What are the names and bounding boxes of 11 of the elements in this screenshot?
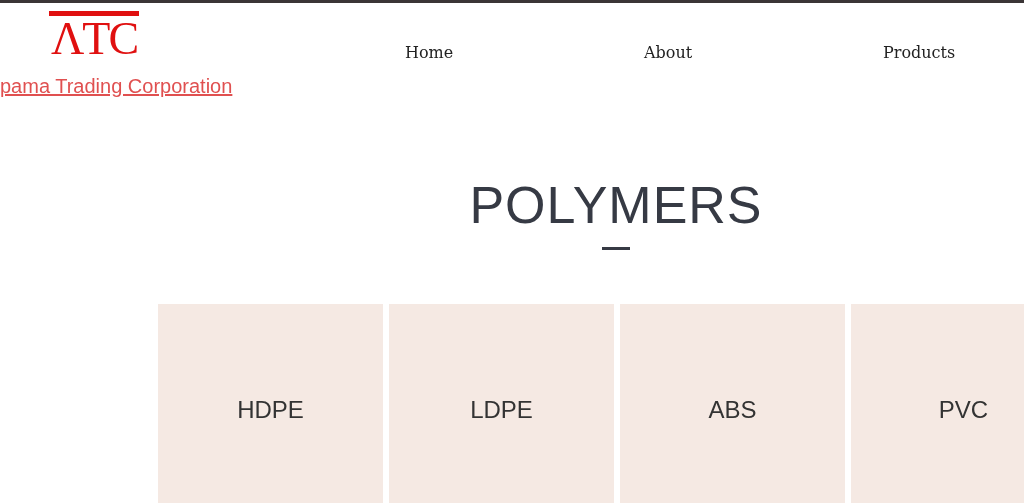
product-tile[interactable]: PVC [851,304,1024,503]
product-tile[interactable]: ABS [620,304,845,503]
title-underline [602,247,630,250]
company-link[interactable]: pama Trading Corporation [0,74,233,98]
nav-link[interactable]: About [644,41,744,65]
section-title: POLYMERS [469,175,763,235]
product-tile[interactable]: LDPE [389,304,614,503]
product-tile[interactable]: HDPE [158,304,383,503]
nav-link[interactable]: Products [883,41,983,65]
logo: ΛTC [48,11,140,62]
nav-link[interactable]: Home [405,41,505,65]
